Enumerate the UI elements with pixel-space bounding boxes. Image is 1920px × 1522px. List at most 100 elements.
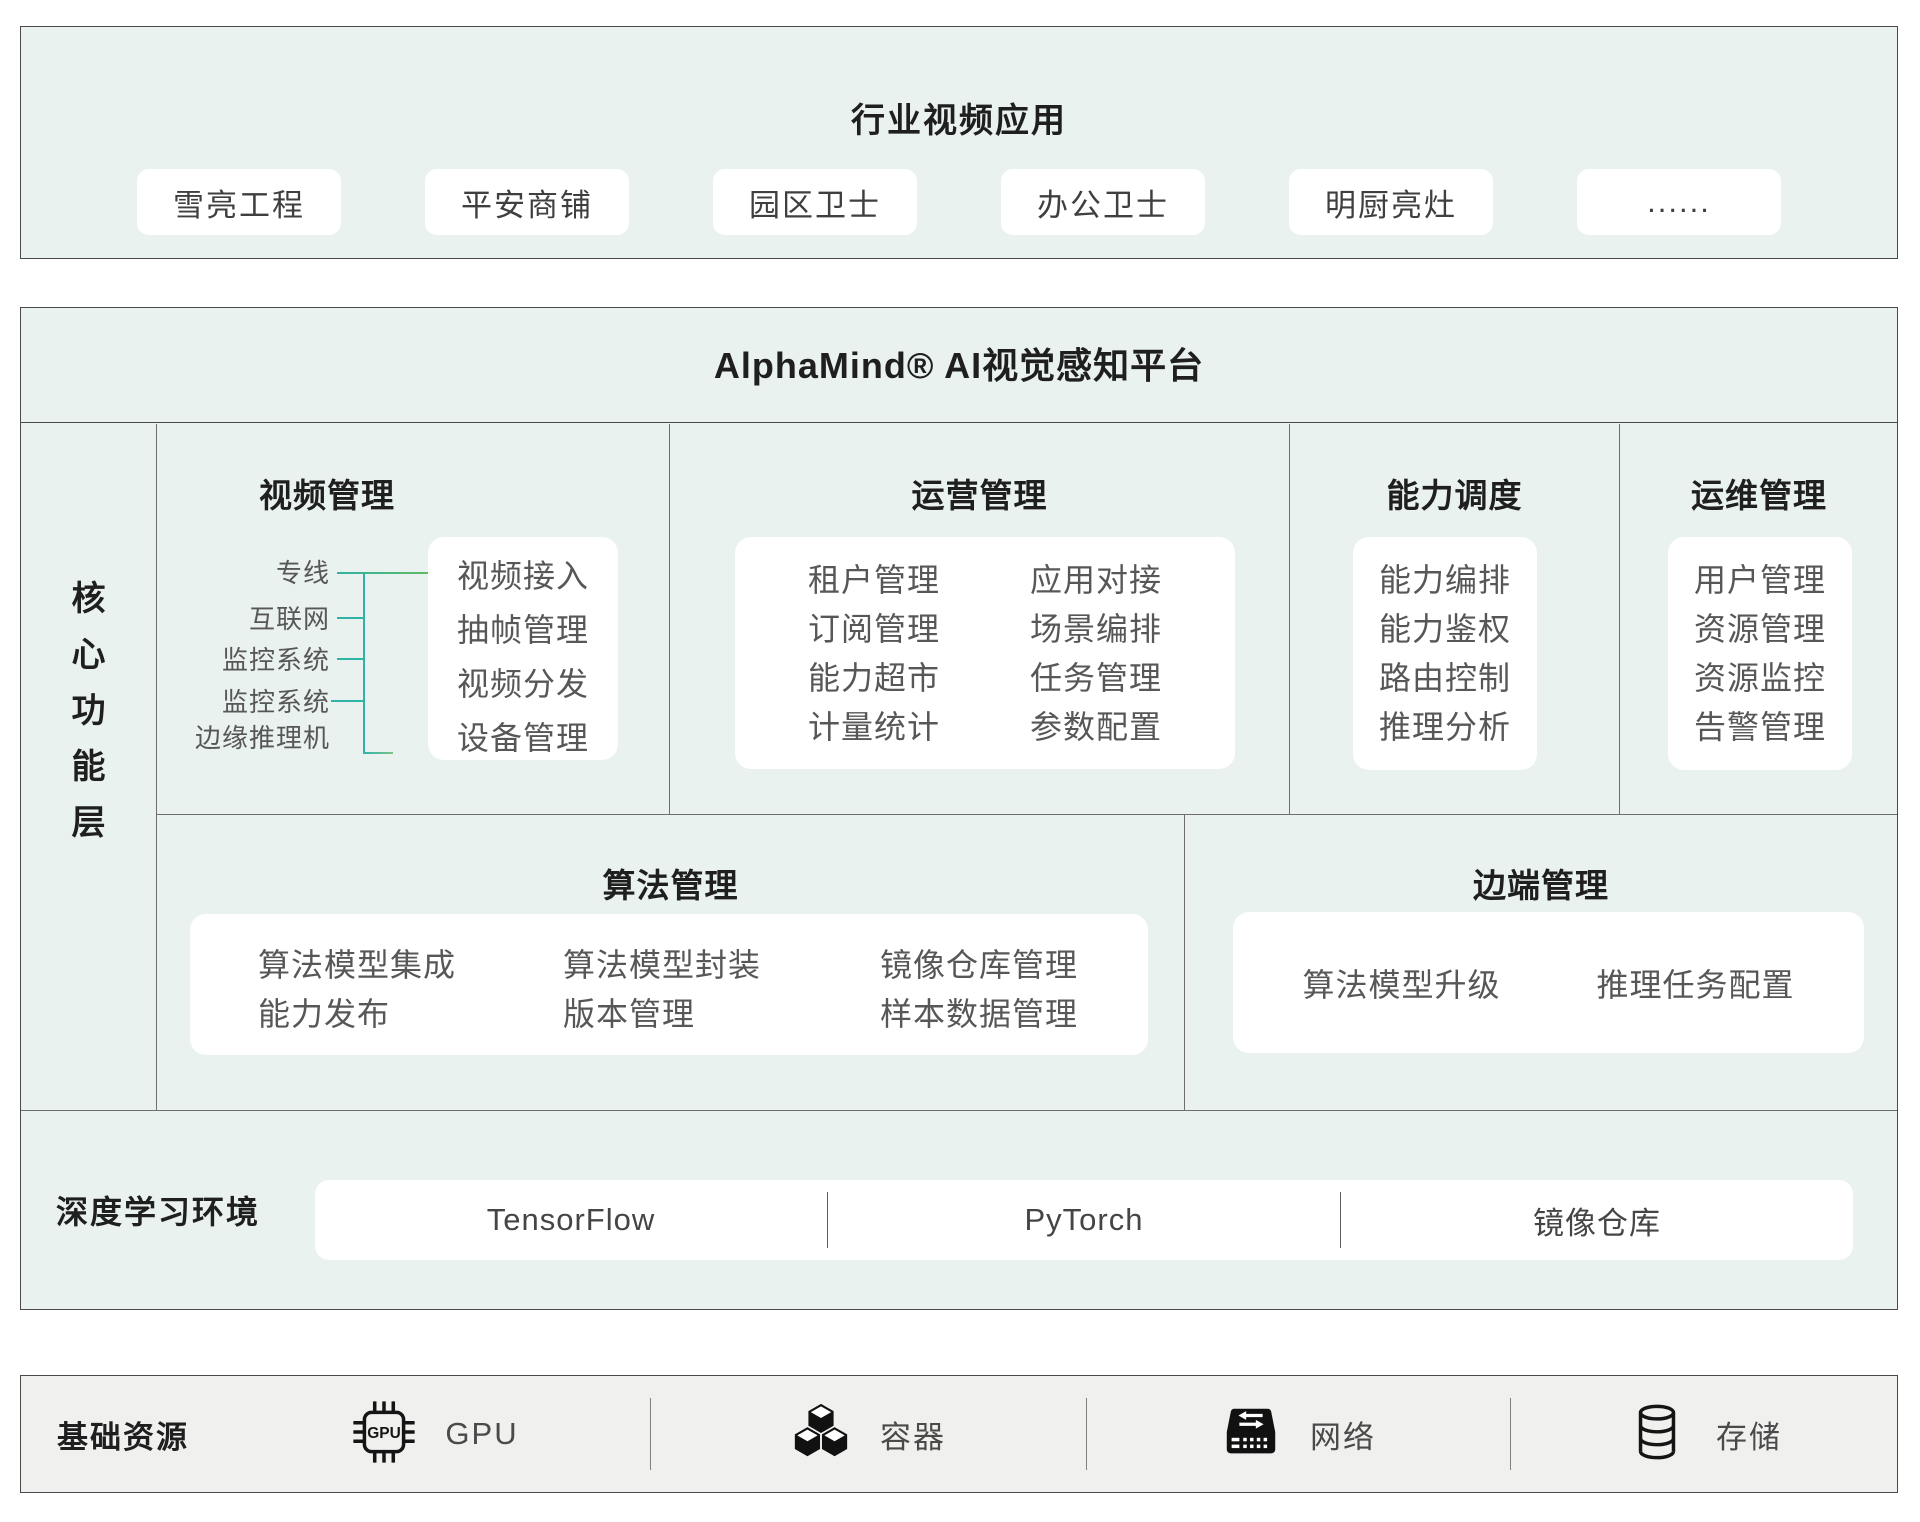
dl-env-bar: TensorFlow PyTorch 镜像仓库 — [315, 1180, 1853, 1260]
card-item: 视频分发 — [428, 657, 618, 711]
connector-branch-line — [331, 700, 365, 702]
infra-item-label: 存储 — [1716, 1412, 1782, 1457]
infra-item-gpu: GPU GPU — [220, 1376, 650, 1492]
ops-mgmt-title: 运营管理 — [670, 469, 1289, 517]
card-item: 资源监控 — [1668, 654, 1852, 703]
section-om-mgmt: 运维管理 用户管理 资源管理 资源监控 告警管理 — [1620, 424, 1898, 814]
connector-branch-line — [337, 617, 365, 619]
infra-item-label: GPU — [445, 1416, 518, 1452]
capability-title: 能力调度 — [1290, 469, 1619, 517]
industry-apps-row: 雪亮工程 平安商铺 园区卫士 办公卫士 明厨亮灶 ...... — [137, 169, 1781, 235]
app-pill-more: ...... — [1577, 169, 1781, 235]
card-item: 应用对接 — [1030, 556, 1162, 605]
algo-mgmt-card: 算法模型集成 能力发布 算法模型封装 版本管理 镜像仓库管理 样本数据管理 — [190, 914, 1148, 1055]
app-pill: 平安商铺 — [425, 169, 629, 235]
gpu-icon: GPU — [351, 1399, 417, 1470]
app-pill: 雪亮工程 — [137, 169, 341, 235]
card-item: 视频接入 — [428, 549, 618, 603]
section-ops-mgmt: 运营管理 租户管理 订阅管理 能力超市 计量统计 应用对接 场景编排 任务管理 … — [670, 424, 1290, 814]
card-item: 租户管理 — [808, 556, 940, 605]
card-item: 能力鉴权 — [1353, 605, 1537, 654]
dl-env-item: PyTorch — [828, 1180, 1340, 1260]
infra-item-container: 容器 — [650, 1376, 1086, 1492]
video-source-label: 监控系统 — [157, 645, 330, 675]
edge-mgmt-title: 边端管理 — [1185, 859, 1897, 907]
infra-item-label: 容器 — [880, 1412, 946, 1457]
infra-item-storage: 存储 — [1510, 1376, 1898, 1492]
architecture-diagram: 行业视频应用 雪亮工程 平安商铺 园区卫士 办公卫士 明厨亮灶 ...... A… — [0, 0, 1920, 1522]
card-item: 计量统计 — [808, 703, 940, 752]
core-layer-char: 层 — [72, 806, 106, 840]
card-item: 算法模型封装 — [563, 941, 761, 990]
infra-item-label: 网络 — [1310, 1412, 1376, 1457]
card-item: 资源管理 — [1668, 605, 1852, 654]
industry-apps-panel: 行业视频应用 雪亮工程 平安商铺 园区卫士 办公卫士 明厨亮灶 ...... — [20, 26, 1898, 259]
card-item: 能力超市 — [808, 654, 940, 703]
ops-mgmt-card: 租户管理 订阅管理 能力超市 计量统计 应用对接 场景编排 任务管理 参数配置 — [735, 537, 1235, 769]
core-layer-char: 核 — [72, 582, 106, 616]
video-mgmt-title: 视频管理 — [157, 469, 497, 517]
card-item: 路由控制 — [1353, 654, 1537, 703]
dl-env-row: 深度学习环境 TensorFlow PyTorch 镜像仓库 — [21, 1110, 1897, 1309]
connector-branch-line — [337, 572, 428, 574]
om-mgmt-card: 用户管理 资源管理 资源监控 告警管理 — [1668, 537, 1852, 770]
network-icon — [1220, 1401, 1282, 1468]
algo-col-2: 算法模型封装 版本管理 — [563, 941, 761, 1039]
card-item: 用户管理 — [1668, 556, 1852, 605]
core-layer-char: 能 — [72, 750, 106, 784]
dl-env-item: 镜像仓库 — [1341, 1180, 1853, 1260]
video-source-label: 边缘推理机 — [157, 723, 330, 753]
card-item: 推理任务配置 — [1597, 960, 1795, 1006]
video-source-label: 专线 — [157, 558, 330, 588]
app-pill: 办公卫士 — [1001, 169, 1205, 235]
container-icon — [790, 1401, 852, 1468]
app-pill: 明厨亮灶 — [1289, 169, 1493, 235]
app-pill: 园区卫士 — [713, 169, 917, 235]
video-mgmt-card: 视频接入 抽帧管理 视频分发 设备管理 — [428, 537, 618, 760]
algo-col-3: 镜像仓库管理 样本数据管理 — [880, 941, 1078, 1039]
section-video-mgmt: 视频管理 专线 互联网 监控系统 监控系统 边缘推理机 视频接入 抽帧管理 视频… — [157, 424, 670, 814]
core-layer-char: 功 — [72, 694, 106, 728]
om-mgmt-title: 运维管理 — [1620, 469, 1898, 517]
edge-mgmt-card: 算法模型升级 推理任务配置 — [1233, 912, 1864, 1053]
platform-row-2: 算法管理 算法模型集成 能力发布 算法模型封装 版本管理 镜像仓库管理 样本数据… — [157, 815, 1897, 1110]
card-item: 版本管理 — [563, 990, 761, 1039]
card-item: 算法模型集成 — [258, 941, 456, 990]
card-item: 推理分析 — [1353, 703, 1537, 752]
infra-label: 基础资源 — [57, 1376, 189, 1492]
card-item: 能力编排 — [1353, 556, 1537, 605]
card-item: 参数配置 — [1030, 703, 1162, 752]
card-item: 任务管理 — [1030, 654, 1162, 703]
platform-panel: AlphaMind® AI视觉感知平台 核 心 功 能 层 视频管理 专线 互联… — [20, 307, 1898, 1310]
section-capability: 能力调度 能力编排 能力鉴权 路由控制 推理分析 — [1290, 424, 1620, 814]
video-source-label: 监控系统 — [157, 687, 330, 717]
card-item: 场景编排 — [1030, 605, 1162, 654]
connector-branch-line — [363, 752, 393, 754]
svg-text:GPU: GPU — [368, 1425, 402, 1442]
ops-col-1: 租户管理 订阅管理 能力超市 计量统计 — [808, 556, 940, 752]
card-item: 能力发布 — [258, 990, 456, 1039]
card-item: 订阅管理 — [808, 605, 940, 654]
algo-col-1: 算法模型集成 能力发布 — [258, 941, 456, 1039]
storage-icon — [1626, 1401, 1688, 1468]
card-item: 镜像仓库管理 — [880, 941, 1078, 990]
algo-mgmt-title: 算法管理 — [157, 859, 1184, 907]
connector-trunk-line — [363, 572, 365, 754]
infra-panel: 基础资源 GPU GPU — [20, 1375, 1898, 1493]
section-edge-mgmt: 边端管理 算法模型升级 推理任务配置 — [1185, 815, 1897, 1110]
dl-env-item: TensorFlow — [315, 1180, 827, 1260]
infra-item-network: 网络 — [1086, 1376, 1510, 1492]
capability-card: 能力编排 能力鉴权 路由控制 推理分析 — [1353, 537, 1537, 770]
card-item: 告警管理 — [1668, 703, 1852, 752]
card-item: 算法模型升级 — [1302, 960, 1500, 1006]
platform-title: AlphaMind® AI视觉感知平台 — [21, 308, 1897, 423]
card-item: 设备管理 — [428, 711, 618, 765]
dl-env-label: 深度学习环境 — [56, 1111, 260, 1309]
core-layer-sidebar: 核 心 功 能 层 — [21, 424, 157, 1111]
core-layer-char: 心 — [72, 638, 106, 672]
card-item: 样本数据管理 — [880, 990, 1078, 1039]
connector-branch-line — [337, 658, 365, 660]
platform-row-1: 视频管理 专线 互联网 监控系统 监控系统 边缘推理机 视频接入 抽帧管理 视频… — [157, 424, 1897, 814]
ops-col-2: 应用对接 场景编排 任务管理 参数配置 — [1030, 556, 1162, 752]
video-source-label: 互联网 — [157, 604, 330, 634]
